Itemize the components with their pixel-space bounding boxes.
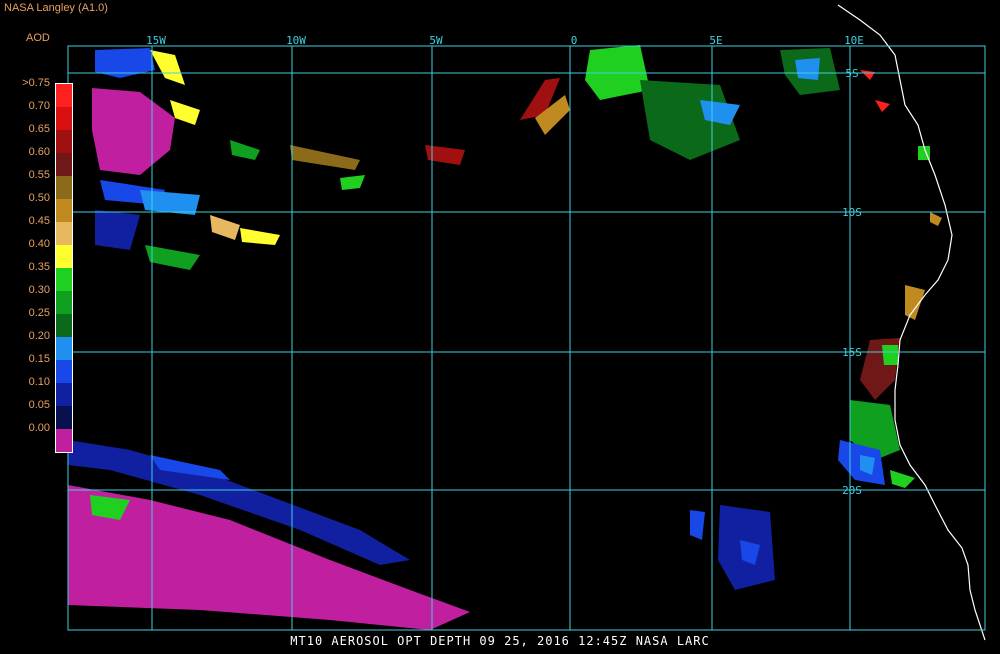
legend-swatch [56, 245, 72, 268]
map-caption: MT10 AEROSOL OPT DEPTH 09 25, 2016 12:45… [290, 634, 710, 648]
legend-value-label: 0.40 [28, 238, 50, 250]
legend-value-label: 0.10 [28, 376, 50, 388]
legend-title: AOD [26, 32, 50, 44]
parallel-label: 15S [842, 346, 862, 359]
legend-value-label: 0.30 [28, 284, 50, 296]
aod-legend [55, 83, 73, 453]
legend-swatch [56, 291, 72, 314]
legend-swatch [56, 199, 72, 222]
legend-swatch [56, 222, 72, 245]
legend-swatch [56, 130, 72, 153]
legend-swatch [56, 268, 72, 291]
legend-value-label: 0.70 [28, 100, 50, 112]
legend-value-label: >0.75 [22, 77, 50, 89]
meridian-label: 10W [286, 34, 306, 47]
legend-value-label: 0.60 [28, 146, 50, 158]
legend-swatch [56, 107, 72, 130]
meridian-label: 15W [146, 34, 166, 47]
legend-swatch [56, 383, 72, 406]
meridian-label: 0 [571, 34, 578, 47]
parallel-label: 5S [845, 67, 858, 80]
credit-label: NASA Langley (A1.0) [4, 2, 108, 14]
legend-swatch [56, 153, 72, 176]
aerosol-patches [68, 45, 942, 630]
legend-swatch [56, 406, 72, 429]
map-view: 15W 10W 5W 0 5E 10E 5S 10S 15S 20S NASA Langley (… [0, 0, 1000, 650]
parallel-label: 20S [842, 484, 862, 497]
legend-value-label: 0.25 [28, 307, 50, 319]
legend-swatch [56, 314, 72, 337]
legend-value-label: 0.55 [28, 169, 50, 181]
aod-map: 15W 10W 5W 0 5E 10E 5S 10S 15S 20S [55, 4, 986, 641]
legend-value-label: 0.35 [28, 261, 50, 273]
legend-value-label: 0.20 [28, 330, 50, 342]
legend-value-label: 0.50 [28, 192, 50, 204]
legend-swatch [56, 429, 72, 452]
meridian-label: 10E [844, 34, 864, 47]
legend-value-label: 0.15 [28, 353, 50, 365]
legend-swatch [56, 360, 72, 383]
coastline [837, 4, 986, 641]
meridian-label: 5E [709, 34, 722, 47]
legend-value-label: 0.00 [28, 422, 50, 434]
legend-value-label: 0.65 [28, 123, 50, 135]
legend-swatch [56, 337, 72, 360]
meridian-label: 5W [429, 34, 443, 47]
parallel-label: 10S [842, 206, 862, 219]
legend-value-label: 0.05 [28, 399, 50, 411]
legend-value-label: 0.45 [28, 215, 50, 227]
legend-swatch [56, 176, 72, 199]
legend-swatch [56, 84, 72, 107]
